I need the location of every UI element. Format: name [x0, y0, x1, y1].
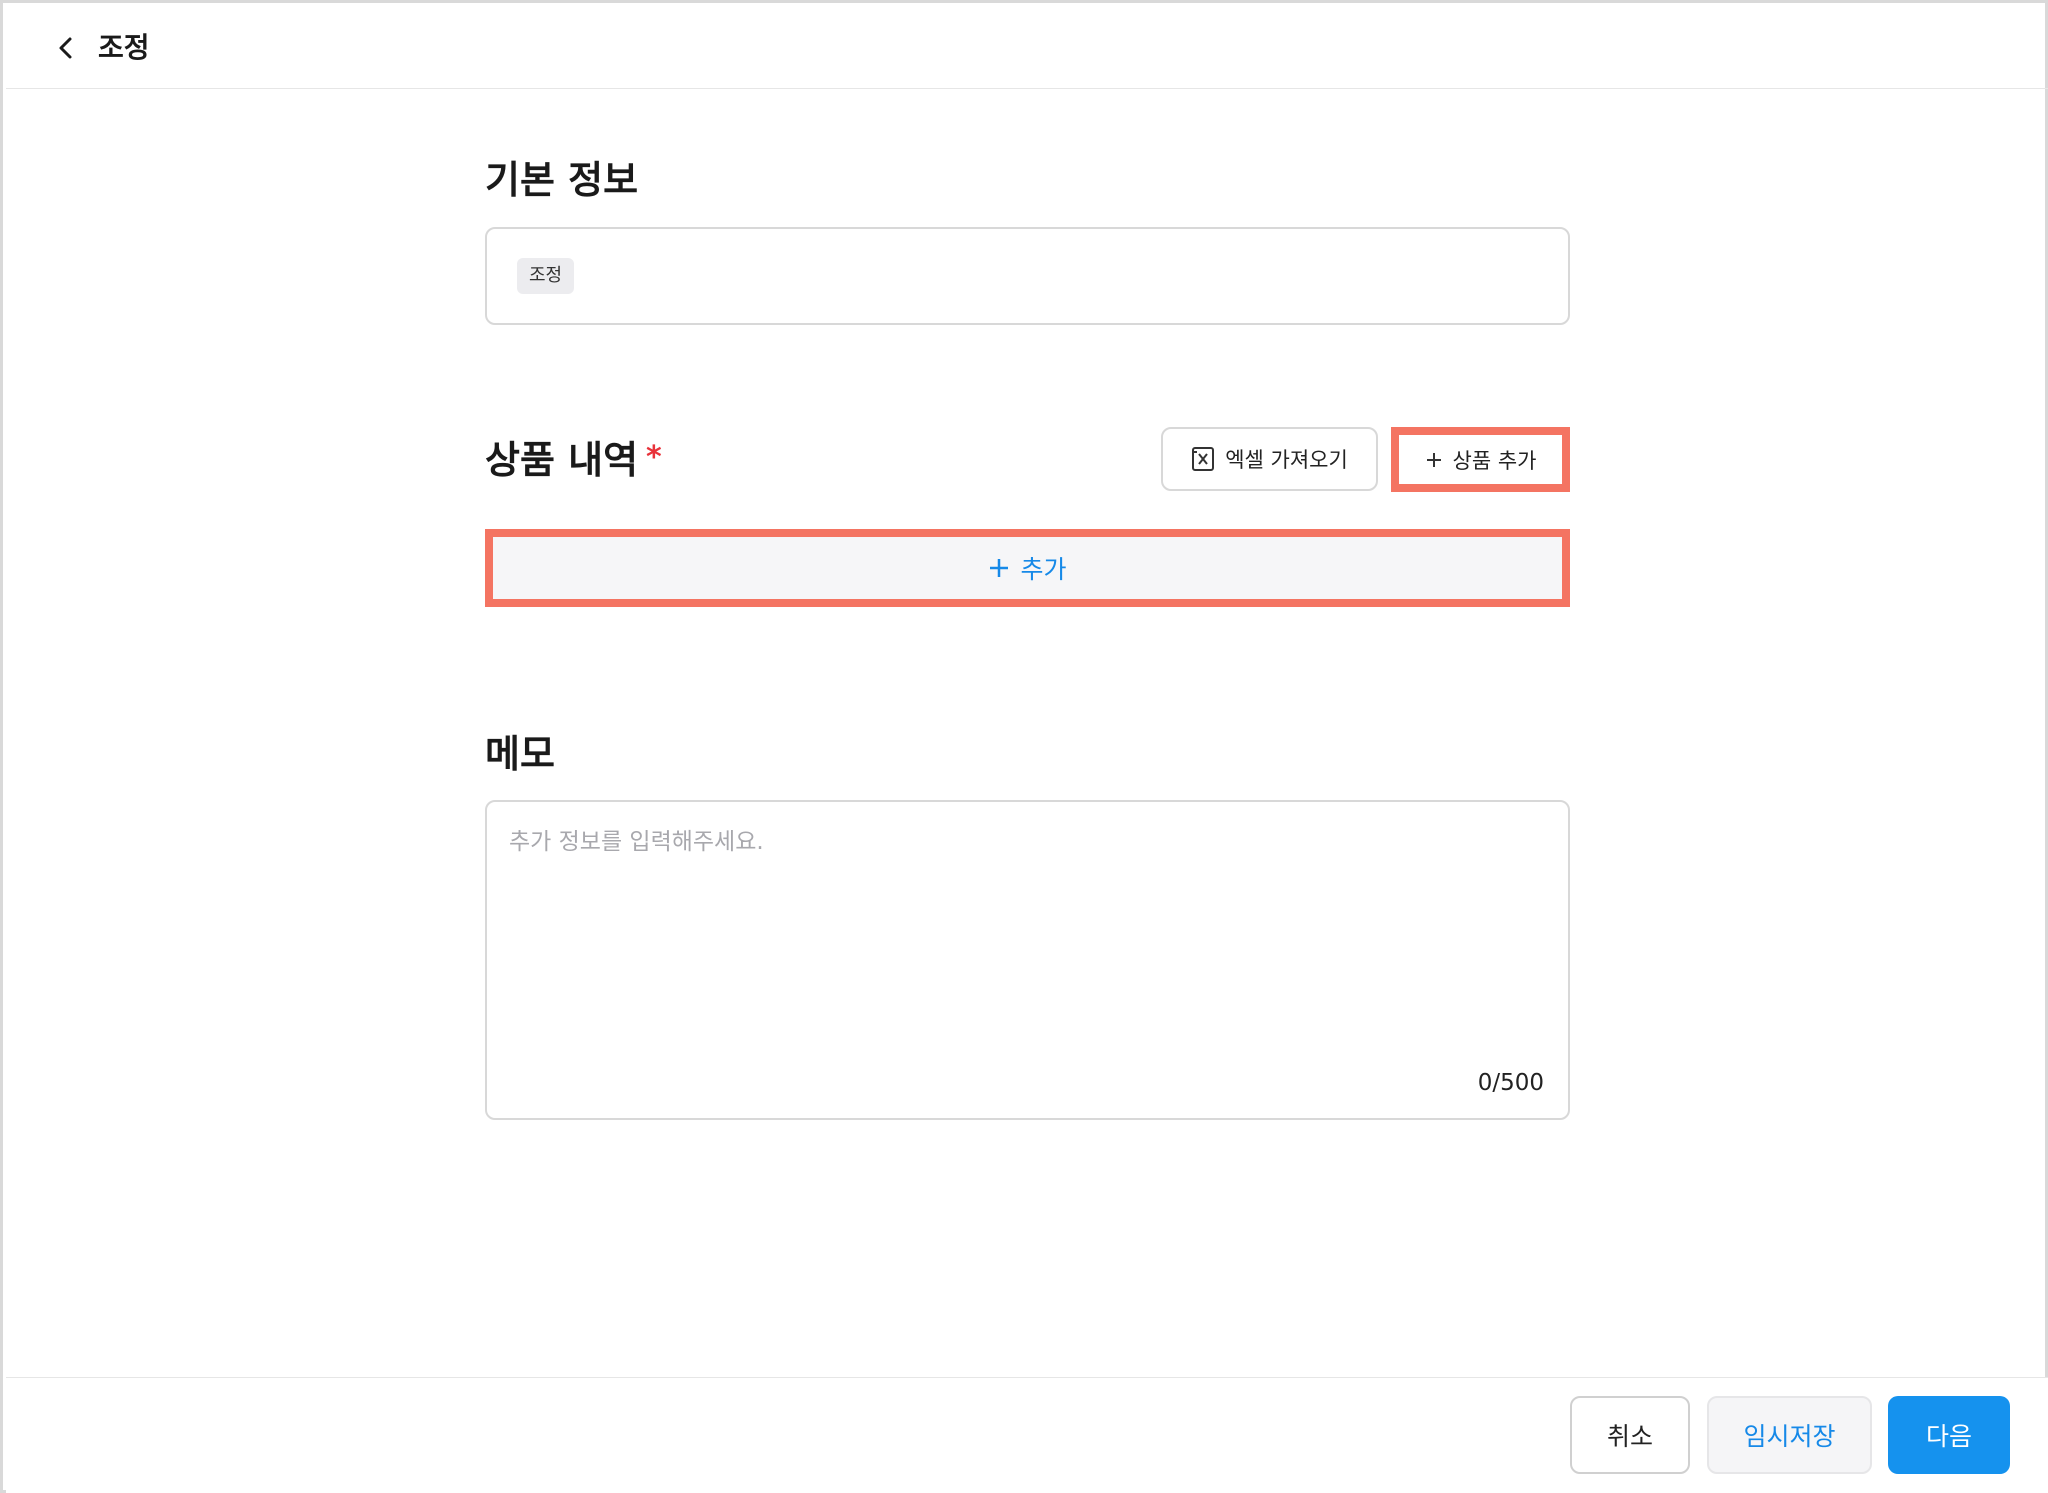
excel-import-label: 엑셀 가져오기 — [1225, 448, 1348, 472]
top-bar: 조정 — [6, 6, 2048, 89]
memo-textarea[interactable] — [509, 822, 1549, 1042]
memo-title: 메모 — [485, 732, 555, 776]
plus-icon — [990, 559, 1009, 577]
add-row-label: 추가 — [1020, 555, 1067, 584]
add-product-button[interactable]: 상품 추가 — [1400, 436, 1561, 483]
type-tag: 조정 — [517, 258, 575, 294]
excel-file-icon — [1192, 447, 1215, 471]
required-mark: * — [646, 440, 662, 475]
chevron-left-icon — [59, 37, 72, 59]
memo-box: 0/500 — [485, 800, 1570, 1120]
app-frame: 조정 기본 정보 조정 상품 내역 * 엑셀 가져오기 상품 추가 추가 메모 — [0, 0, 2048, 1493]
basic-info-title: 기본 정보 — [485, 158, 639, 202]
basic-info-box: 조정 — [485, 227, 1570, 325]
add-row-button[interactable]: 추가 — [493, 537, 1562, 599]
cancel-button[interactable]: 취소 — [1570, 1396, 1690, 1474]
save-draft-button[interactable]: 임시저장 — [1707, 1396, 1872, 1474]
page-title: 조정 — [98, 31, 150, 64]
products-title: 상품 내역 — [485, 438, 639, 482]
add-product-label: 상품 추가 — [1452, 448, 1537, 473]
memo-char-count: 0/500 — [1477, 1070, 1544, 1096]
next-button[interactable]: 다음 — [1888, 1396, 2010, 1474]
plus-icon — [1426, 452, 1441, 467]
back-button[interactable] — [50, 32, 82, 64]
excel-import-button[interactable]: 엑셀 가져오기 — [1161, 427, 1378, 491]
